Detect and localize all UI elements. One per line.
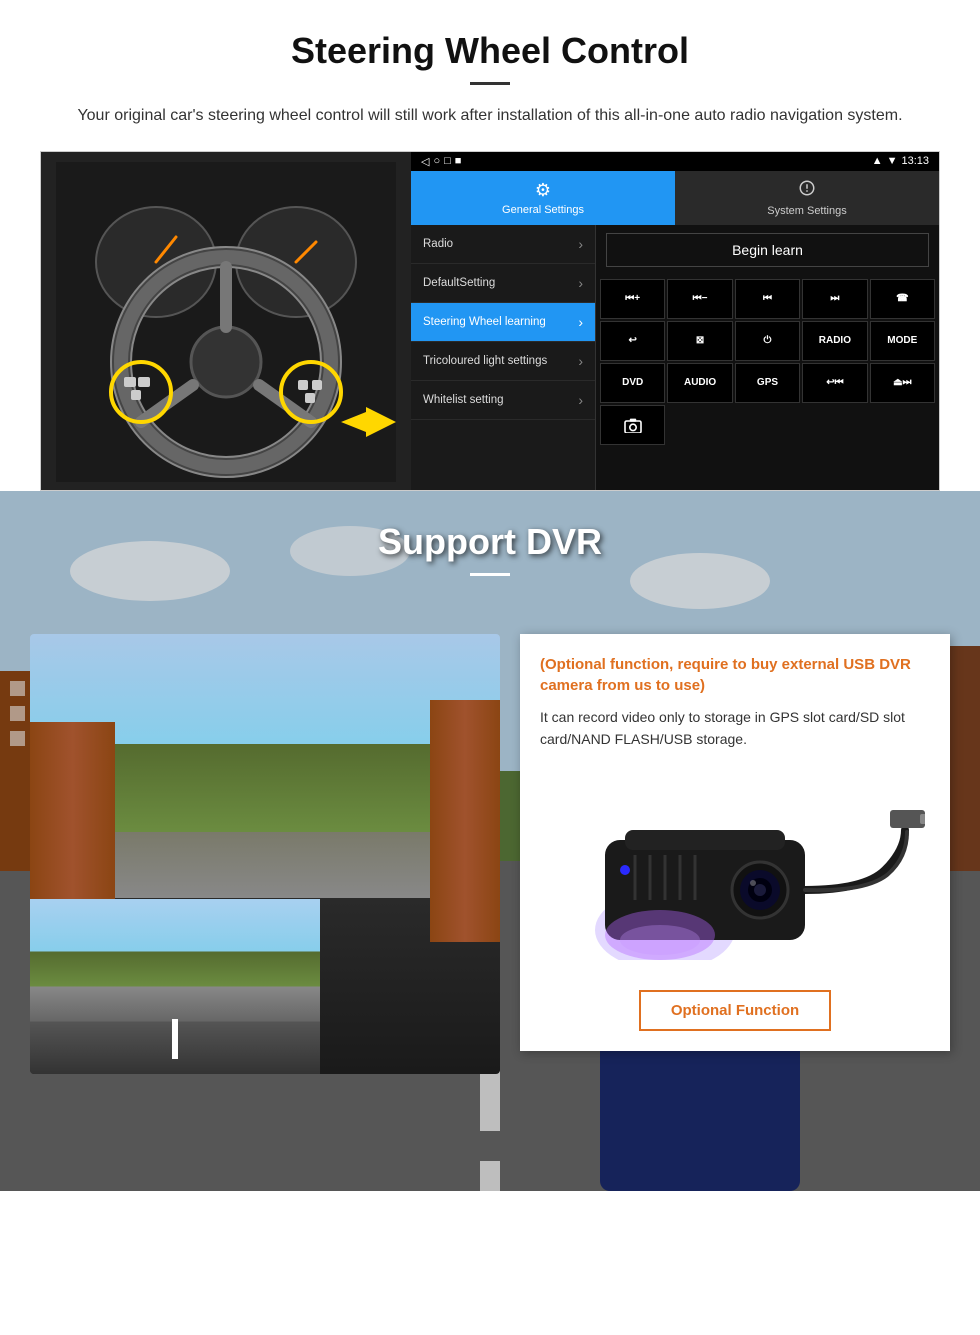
dvr-info-title: (Optional function, require to buy exter…	[540, 654, 930, 696]
android-screen: ◁ ○ □ ■ ▲ ▼ 13:13 ⚙ General Settings	[411, 152, 939, 490]
dvr-title: Support DVR	[0, 521, 980, 563]
dvr-section: Support DVR (Optional function, require …	[0, 491, 980, 1191]
signal-icon: ▲	[872, 155, 883, 167]
dvr-left-view	[30, 634, 500, 1074]
ctrl-btn-gps[interactable]: GPS	[735, 363, 800, 403]
menu-item-tricolour[interactable]: Tricoloured light settings ›	[411, 342, 595, 381]
ctrl-btn-next[interactable]: ⏭	[802, 279, 867, 319]
ctrl-btn-dvd[interactable]: DVD	[600, 363, 665, 403]
tab-general[interactable]: ⚙ General Settings	[411, 171, 675, 225]
ctrl-btn-call[interactable]: ☎	[870, 279, 935, 319]
ctrl-btn-mode[interactable]: MODE	[870, 321, 935, 361]
optional-function-button[interactable]: Optional Function	[639, 990, 831, 1031]
road-line	[172, 1019, 178, 1059]
steering-divider	[470, 82, 510, 85]
tab-system[interactable]: System Settings	[675, 171, 939, 225]
steering-subtitle: Your original car's steering wheel contr…	[60, 103, 920, 129]
steering-arrow-icon: ›	[578, 314, 583, 330]
radio-arrow-icon: ›	[578, 236, 583, 252]
dvr-info-text: It can record video only to storage in G…	[540, 706, 930, 751]
dvr-main-view	[30, 634, 500, 1074]
dvr-thumbnail	[30, 899, 320, 1074]
tricolour-arrow-icon: ›	[578, 353, 583, 369]
settings-content: Radio › DefaultSetting › Steering Wheel …	[411, 225, 939, 490]
ctrl-btn-prev[interactable]: ⏮	[735, 279, 800, 319]
ctrl-btn-call-prev[interactable]: ↩⏮	[802, 363, 867, 403]
back-icon[interactable]: ◁	[421, 155, 429, 168]
ctrl-btn-radio[interactable]: RADIO	[802, 321, 867, 361]
whitelist-arrow-icon: ›	[578, 392, 583, 408]
begin-learn-button[interactable]: Begin learn	[606, 233, 929, 267]
steering-demo: ◁ ○ □ ■ ▲ ▼ 13:13 ⚙ General Settings	[40, 151, 940, 491]
dvr-camera-image	[540, 770, 930, 970]
default-arrow-icon: ›	[578, 275, 583, 291]
steering-wheel-image	[41, 152, 411, 491]
ctrl-btn-prev-minus[interactable]: ⏮−	[667, 279, 732, 319]
system-settings-icon	[798, 179, 816, 202]
nav-icons: ◁ ○ □ ■	[421, 155, 461, 168]
steering-section: Steering Wheel Control Your original car…	[0, 0, 980, 491]
ctrl-btn-audio[interactable]: AUDIO	[667, 363, 732, 403]
menu-item-radio[interactable]: Radio ›	[411, 225, 595, 264]
tab-general-label: General Settings	[502, 204, 584, 216]
ctrl-btn-eject-next[interactable]: ⏏⏭	[870, 363, 935, 403]
general-settings-icon: ⚙	[535, 180, 551, 201]
steering-title: Steering Wheel Control	[40, 30, 940, 72]
ctrl-btn-prev-plus[interactable]: ⏮+	[600, 279, 665, 319]
status-right: ▲ ▼ 13:13	[872, 155, 929, 167]
dvr-divider	[470, 573, 510, 576]
dvr-title-area: Support DVR	[0, 491, 980, 614]
ctrl-btn-camera[interactable]	[600, 405, 665, 445]
settings-tabs: ⚙ General Settings System Settings	[411, 171, 939, 225]
dvr-content: (Optional function, require to buy exter…	[0, 614, 980, 1094]
control-buttons-grid: ⏮+ ⏮− ⏮ ⏭ ☎ ↩ ⊠ ⏻ RADIO MODE DVD AUDIO G…	[596, 275, 939, 449]
menu-item-whitelist[interactable]: Whitelist setting ›	[411, 381, 595, 420]
ctrl-btn-power[interactable]: ⏻	[735, 321, 800, 361]
ctrl-btn-back[interactable]: ↩	[600, 321, 665, 361]
menu-item-default[interactable]: DefaultSetting ›	[411, 264, 595, 303]
status-bar: ◁ ○ □ ■ ▲ ▼ 13:13	[411, 152, 939, 171]
home-icon[interactable]: ○	[433, 155, 440, 167]
wifi-icon: ▼	[887, 155, 898, 167]
time-display: 13:13	[901, 155, 929, 167]
control-panel: Begin learn ⏮+ ⏮− ⏮ ⏭ ☎ ↩ ⊠ ⏻ RADIO MODE…	[596, 225, 939, 490]
ctrl-btn-mute[interactable]: ⊠	[667, 321, 732, 361]
dvr-info-box: (Optional function, require to buy exter…	[520, 634, 950, 1052]
tab-system-label: System Settings	[767, 205, 846, 217]
recents-icon[interactable]: □	[444, 155, 451, 167]
menu-icon[interactable]: ■	[455, 155, 462, 167]
begin-learn-row: Begin learn	[596, 225, 939, 275]
menu-item-steering[interactable]: Steering Wheel learning ›	[411, 303, 595, 342]
settings-menu: Radio › DefaultSetting › Steering Wheel …	[411, 225, 596, 490]
